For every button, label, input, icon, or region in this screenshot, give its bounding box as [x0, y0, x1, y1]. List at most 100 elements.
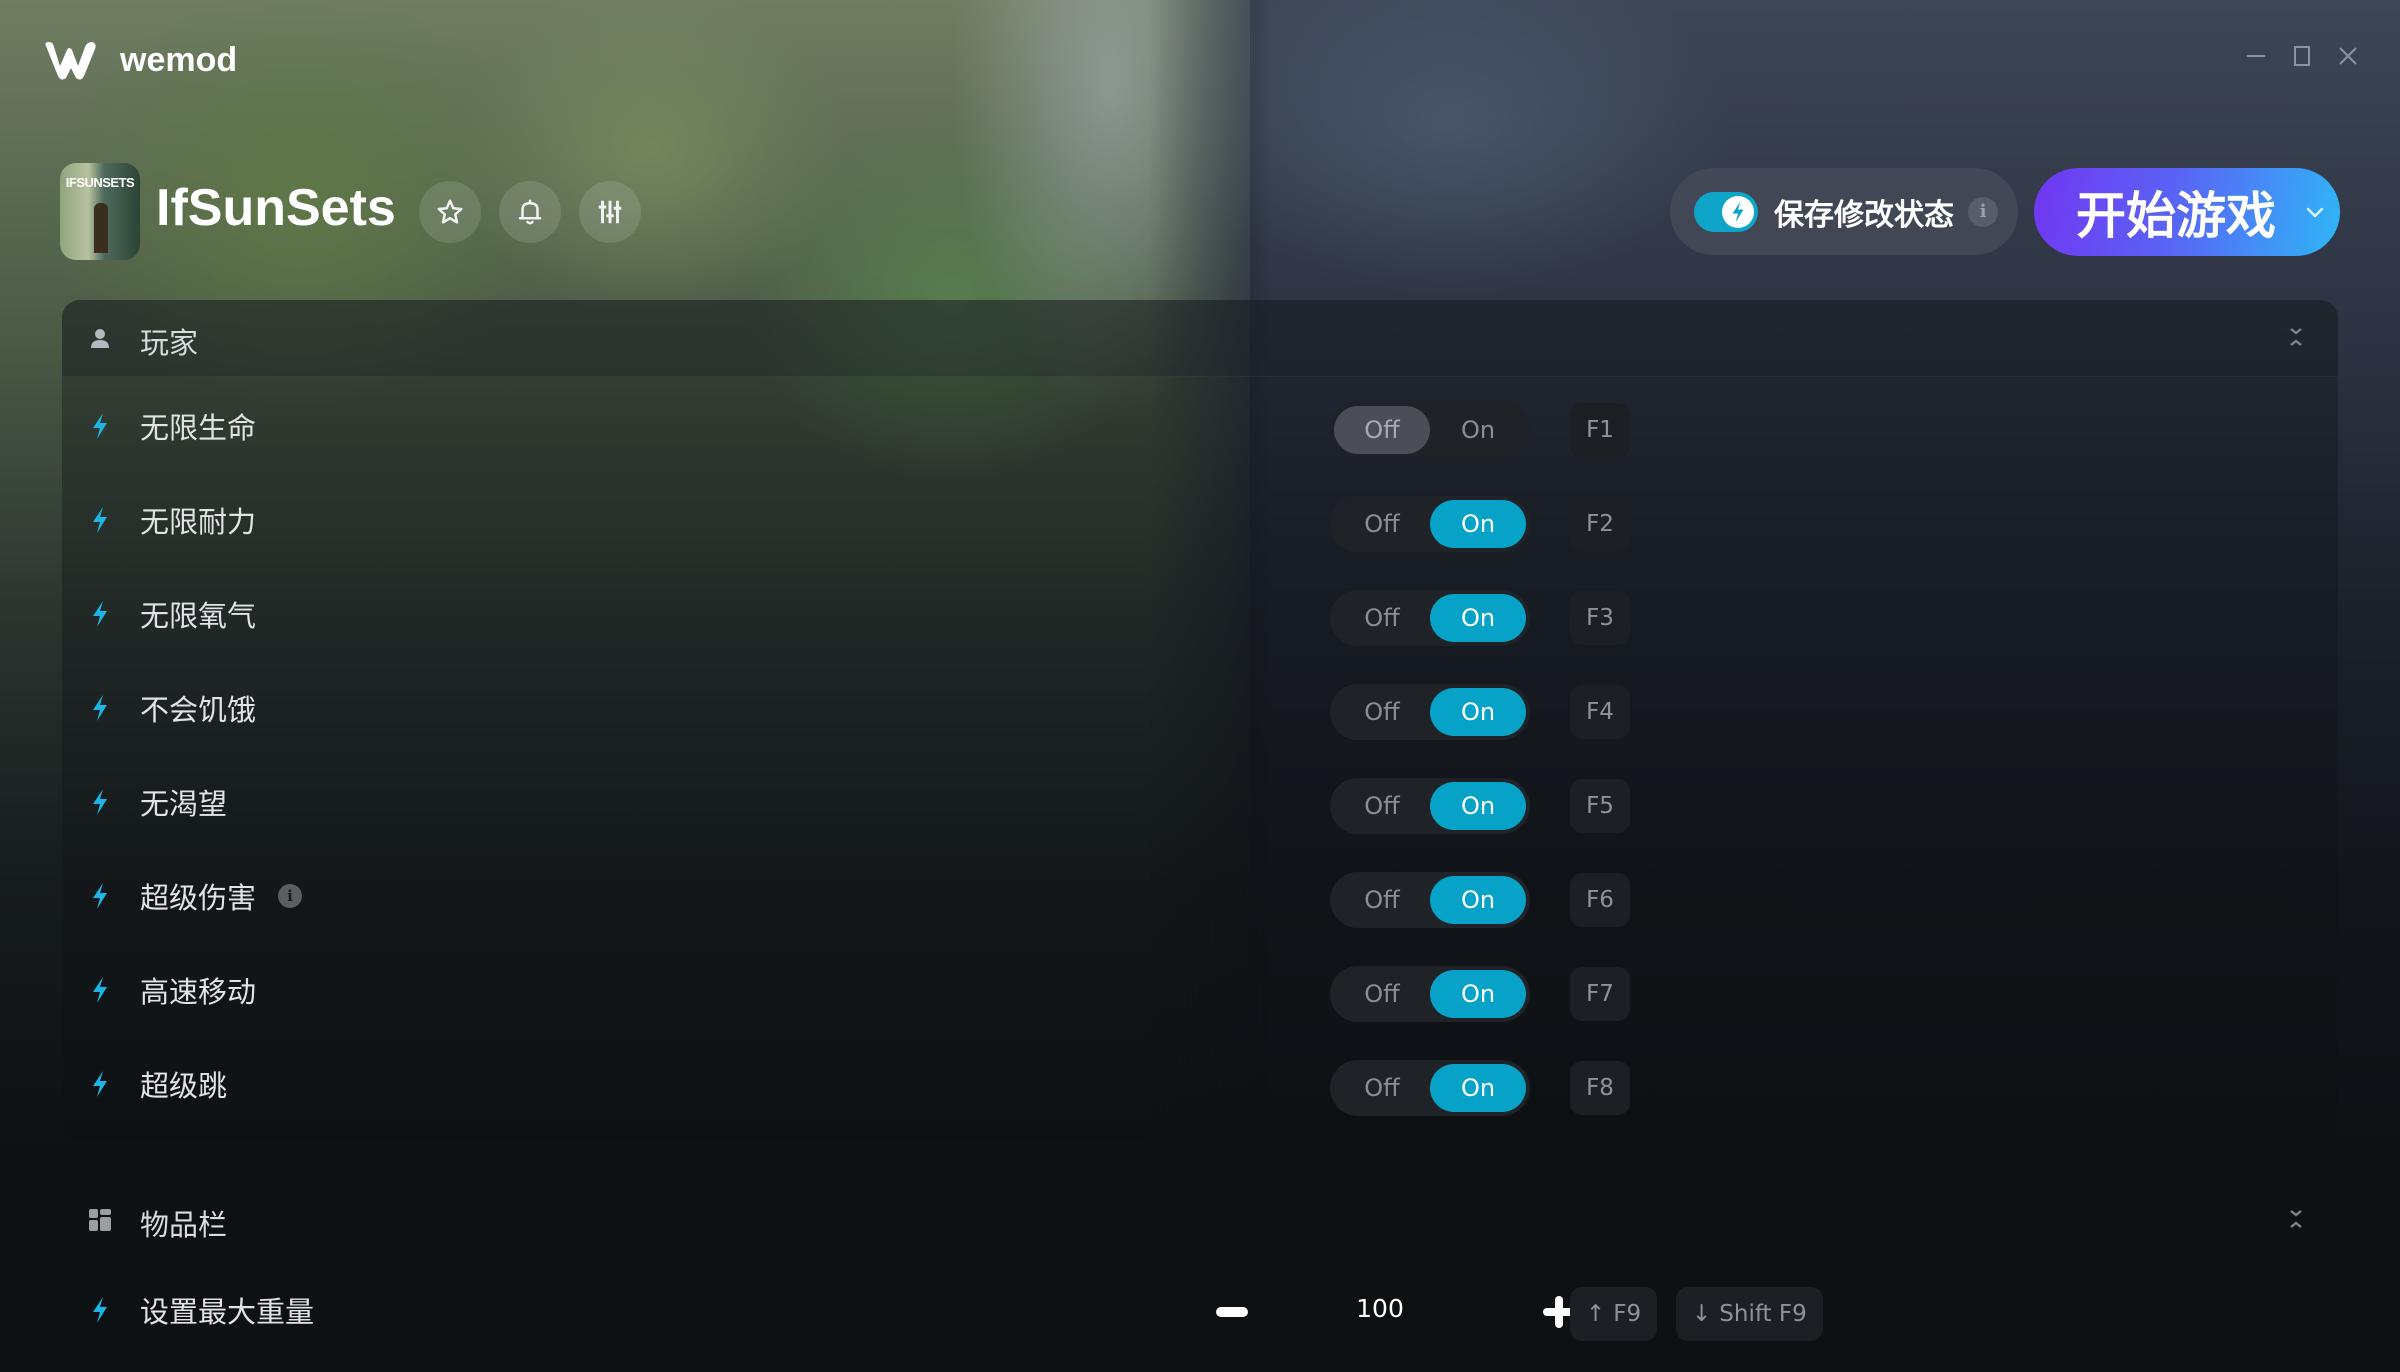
arrow-down-icon: ↓ — [1692, 1301, 1712, 1327]
cheat-row: 设置最大重量 100 ↑ F9 ↓ Shift F9 — [62, 1262, 2338, 1358]
maximize-button[interactable] — [2290, 44, 2314, 68]
game-thumbnail: IFSUNSETS — [60, 163, 140, 260]
hotkey-badge[interactable]: F3 — [1570, 591, 1630, 645]
play-game-label: 开始游戏 — [2076, 187, 2276, 245]
save-mods-toggle[interactable] — [1694, 191, 1758, 232]
hotkey-badge[interactable]: F6 — [1570, 873, 1630, 927]
user-icon — [91, 329, 109, 348]
hotkey-label: F1 — [1586, 417, 1614, 443]
cheat-toggle[interactable]: Off On — [1330, 872, 1530, 928]
maximize-icon — [2294, 46, 2310, 66]
collapse-icon[interactable] — [2284, 1204, 2308, 1234]
hotkey-label: F5 — [1586, 793, 1614, 819]
bolt-icon — [93, 1297, 107, 1323]
hotkey-label: F3 — [1586, 605, 1614, 631]
hotkey-label: F9 — [1613, 1301, 1642, 1327]
hotkey-label: F6 — [1586, 887, 1614, 913]
hotkey-decrease[interactable]: ↓ Shift F9 — [1676, 1287, 1823, 1341]
save-mods-info-icon[interactable]: i — [1968, 196, 1998, 227]
close-button[interactable] — [2336, 44, 2360, 68]
cheat-toggle[interactable]: Off On — [1330, 684, 1530, 740]
hotkey-badge[interactable]: F7 — [1570, 967, 1630, 1021]
bolt-icon — [93, 883, 107, 909]
cheat-label: 设置最大重量 — [140, 1295, 315, 1329]
minimize-button[interactable] — [2244, 44, 2268, 68]
cheat-row: 无限生命 Off On F1 — [62, 378, 2338, 474]
toggle-on-option[interactable]: On — [1430, 688, 1526, 736]
save-mods-label: 保存修改状态 — [1774, 197, 1954, 233]
app-logo: wemod — [40, 38, 237, 82]
toggle-off-option[interactable]: Off — [1334, 970, 1430, 1018]
arrow-up-icon: ↑ — [1586, 1301, 1606, 1327]
toggle-on-option[interactable]: On — [1430, 782, 1526, 830]
hotkey-badge[interactable]: F1 — [1570, 403, 1630, 457]
favorite-button[interactable] — [419, 181, 481, 243]
bolt-icon — [93, 601, 107, 627]
hotkey-badge[interactable]: F2 — [1570, 497, 1630, 551]
toggle-off-option[interactable]: Off — [1334, 500, 1430, 548]
hotkey-label: F4 — [1586, 699, 1614, 725]
hotkey-label: F8 — [1586, 1075, 1614, 1101]
cheat-info-icon[interactable]: i — [278, 884, 302, 908]
toggle-on-option[interactable]: On — [1430, 594, 1526, 642]
bolt-icon — [93, 695, 107, 721]
close-icon — [2339, 47, 2357, 65]
collapse-icon[interactable] — [2284, 322, 2308, 352]
hotkey-label: F7 — [1586, 981, 1614, 1007]
game-thumbnail-figure — [94, 203, 108, 253]
section-title: 物品栏 — [140, 1208, 228, 1242]
cheat-toggle[interactable]: Off On — [1330, 1060, 1530, 1116]
cheat-label: 无限生命 — [140, 411, 257, 445]
bolt-icon — [93, 789, 107, 815]
save-mods-knob — [1722, 195, 1754, 228]
game-settings-button[interactable] — [579, 181, 641, 243]
bolt-icon — [93, 977, 107, 1003]
toggle-off-option[interactable]: Off — [1334, 406, 1430, 454]
toggle-off-option[interactable]: Off — [1334, 688, 1430, 736]
app-name: wemod — [120, 40, 238, 79]
save-mods-control: 保存修改状态 i — [1670, 168, 2018, 255]
toggle-on-option[interactable]: On — [1430, 970, 1526, 1018]
minus-icon — [1216, 1307, 1248, 1317]
game-thumbnail-title: IFSUNSETS — [65, 175, 135, 190]
play-game-button[interactable]: 开始游戏 — [2034, 168, 2340, 256]
toggle-on-option[interactable]: On — [1430, 406, 1526, 454]
cheat-row: 无限耐力 Off On F2 — [62, 472, 2338, 568]
cheat-toggle[interactable]: Off On — [1330, 778, 1530, 834]
section-header[interactable]: 玩家 — [62, 300, 2338, 377]
cheat-label: 超级跳 — [140, 1069, 228, 1103]
cheat-label: 无限耐力 — [140, 505, 257, 539]
bolt-icon — [93, 413, 107, 439]
toggle-on-option[interactable]: On — [1430, 1064, 1526, 1112]
star-icon — [437, 199, 463, 224]
toggle-on-option[interactable]: On — [1430, 876, 1526, 924]
hotkey-badge[interactable]: F4 — [1570, 685, 1630, 739]
hotkey-label: F2 — [1586, 511, 1614, 537]
section-title: 玩家 — [140, 326, 199, 360]
cheat-row: 超级伤害 i Off On F6 — [62, 848, 2338, 944]
cheat-row: 高速移动 Off On F7 — [62, 942, 2338, 1038]
cheat-row: 超级跳 Off On F8 — [62, 1036, 2338, 1132]
toggle-on-option[interactable]: On — [1430, 500, 1526, 548]
toggle-off-option[interactable]: Off — [1334, 594, 1430, 642]
toggle-off-option[interactable]: Off — [1334, 876, 1430, 924]
stepper-value[interactable]: 100 — [1330, 1294, 1430, 1323]
notifications-button[interactable] — [499, 181, 561, 243]
cheat-row: 不会饥饿 Off On F4 — [62, 660, 2338, 756]
cheat-toggle[interactable]: Off On — [1330, 966, 1530, 1022]
cheat-toggle[interactable]: Off On — [1330, 496, 1530, 552]
chevron-down-icon[interactable] — [2304, 201, 2326, 223]
toggle-off-option[interactable]: Off — [1334, 1064, 1430, 1112]
hotkey-increase[interactable]: ↑ F9 — [1570, 1287, 1658, 1341]
cheat-toggle[interactable]: Off On — [1330, 402, 1530, 458]
section-player: 玩家 无限生命 Off On F1 无限耐力 Off On F2 无限氧气 Of… — [62, 300, 2338, 1140]
hotkey-badge[interactable]: F5 — [1570, 779, 1630, 833]
decrease-button[interactable] — [1210, 1292, 1254, 1332]
hotkey-badge[interactable]: F8 — [1570, 1061, 1630, 1115]
cheat-label: 高速移动 — [140, 975, 257, 1009]
section-inventory: 物品栏 设置最大重量 100 ↑ F9 ↓ Shift F9 — [62, 1182, 2338, 1372]
bolt-icon — [1732, 201, 1744, 222]
section-header[interactable]: 物品栏 — [62, 1182, 2338, 1258]
cheat-toggle[interactable]: Off On — [1330, 590, 1530, 646]
toggle-off-option[interactable]: Off — [1334, 782, 1430, 830]
